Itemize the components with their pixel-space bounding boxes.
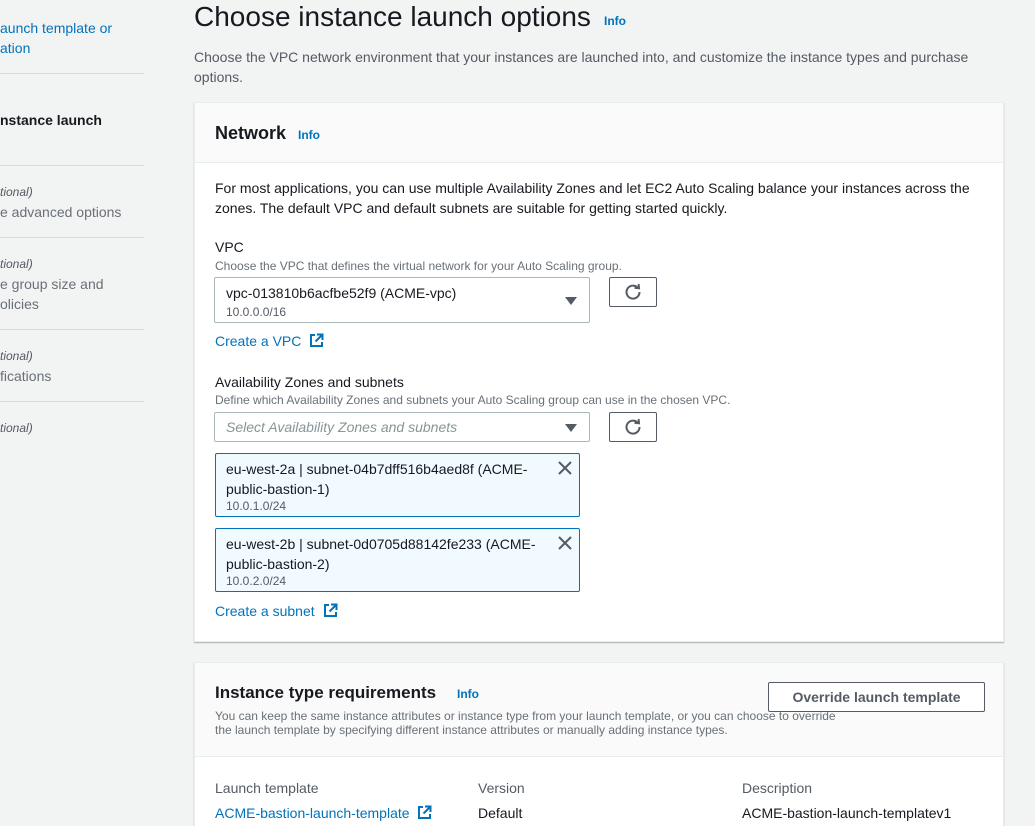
step-1[interactable]: aunch template or ation	[0, 18, 144, 58]
launch-template-link-text[interactable]: ACME-bastion-launch-template	[215, 805, 410, 821]
external-link-icon	[323, 603, 338, 617]
vpc-cidr: 10.0.0.0/16	[226, 305, 287, 319]
create-vpc-text[interactable]: Create a VPC	[215, 333, 301, 349]
chevron-down-icon	[565, 297, 577, 305]
override-launch-template-button[interactable]: Override launch template	[768, 682, 985, 712]
divider	[0, 73, 144, 74]
network-panel-header: Network Info	[195, 103, 1003, 163]
subnet-token: eu-west-2a | subnet-04b7dff516b4aed8f (A…	[215, 453, 580, 517]
subnet-token-cidr: 10.0.2.0/24	[226, 574, 287, 588]
close-icon[interactable]	[557, 460, 573, 476]
step-5-optional: tional)	[0, 349, 33, 363]
vpc-selected-value: vpc-013810b6acfbe52f9 (ACME-vpc)	[226, 285, 457, 301]
col-description: Description	[742, 780, 813, 796]
az-refresh-button[interactable]	[609, 412, 657, 442]
step-2-label: nstance launch	[0, 112, 102, 128]
step-5-label: fications	[0, 368, 52, 384]
az-hint: Define which Availability Zones and subn…	[215, 393, 731, 407]
divider	[0, 237, 144, 238]
col-launch-template: Launch template	[215, 780, 319, 796]
vpc-hint: Choose the VPC that defines the virtual …	[215, 259, 622, 273]
divider	[0, 329, 144, 330]
instance-type-description: You can keep the same instance attribute…	[215, 709, 836, 737]
step-6: tional)	[0, 420, 144, 436]
vpc-refresh-button[interactable]	[609, 277, 657, 307]
vpc-label: VPC	[215, 239, 244, 255]
step-6-optional: tional)	[0, 421, 33, 435]
page-title: Choose instance launch options	[194, 1, 591, 32]
network-info-link[interactable]: Info	[298, 128, 320, 142]
az-subnet-placeholder: Select Availability Zones and subnets	[226, 419, 458, 435]
step-2-current: nstance launch	[0, 110, 144, 130]
step-4-label-line2: olicies	[0, 296, 39, 312]
step-4: tional) e group size and olicies	[0, 256, 144, 314]
refresh-icon	[625, 418, 641, 435]
step-4-label-line1: e group size and	[0, 276, 104, 292]
launch-template-link[interactable]: ACME-bastion-launch-template	[215, 805, 432, 821]
external-link-icon	[418, 805, 432, 819]
vpc-select[interactable]: vpc-013810b6acfbe52f9 (ACME-vpc) 10.0.0.…	[214, 277, 590, 323]
step-4-optional: tional)	[0, 257, 33, 271]
chevron-down-icon	[565, 424, 577, 432]
description-value: ACME-bastion-launch-templatev1	[742, 805, 952, 821]
instance-type-title: Instance type requirements	[215, 683, 437, 702]
close-icon[interactable]	[557, 535, 573, 551]
instance-type-panel: Instance type requirements Info You can …	[194, 662, 1004, 826]
step-1-link-line2[interactable]: ation	[0, 38, 144, 58]
instance-type-panel-header: Instance type requirements Info You can …	[195, 663, 1003, 757]
page-info-link[interactable]: Info	[604, 14, 626, 28]
wizard-steps-sidebar: aunch template or ation nstance launch t…	[0, 0, 144, 826]
version-value: Default	[478, 805, 523, 821]
step-5: tional) fications	[0, 348, 144, 386]
az-label: Availability Zones and subnets	[215, 374, 404, 390]
create-subnet-link[interactable]: Create a subnet	[215, 603, 338, 619]
external-link-icon	[310, 333, 324, 347]
divider	[0, 401, 144, 402]
step-3: tional) e advanced options	[0, 184, 144, 222]
subnet-token-name: eu-west-2a | subnet-04b7dff516b4aed8f (A…	[226, 461, 528, 497]
network-title: Network	[215, 123, 287, 143]
subnet-token-name: eu-west-2b | subnet-0d0705d88142fe233 (A…	[226, 536, 536, 572]
az-subnet-select[interactable]: Select Availability Zones and subnets	[214, 412, 590, 442]
instance-type-info-link[interactable]: Info	[457, 687, 479, 701]
refresh-icon	[625, 283, 641, 300]
network-intro-text: For most applications, you can use multi…	[215, 180, 970, 216]
network-panel: Network Info For most applications, you …	[194, 102, 1004, 642]
col-version: Version	[478, 780, 525, 796]
create-vpc-link[interactable]: Create a VPC	[215, 333, 324, 349]
create-subnet-text[interactable]: Create a subnet	[215, 603, 315, 619]
step-3-optional: tional)	[0, 185, 33, 199]
subnet-token-cidr: 10.0.1.0/24	[226, 499, 287, 513]
step-1-link-line1[interactable]: aunch template or	[0, 18, 144, 38]
step-3-label: e advanced options	[0, 204, 122, 220]
subnet-token: eu-west-2b | subnet-0d0705d88142fe233 (A…	[215, 528, 580, 592]
page-description: Choose the VPC network environment that …	[194, 49, 969, 85]
divider	[0, 165, 144, 166]
